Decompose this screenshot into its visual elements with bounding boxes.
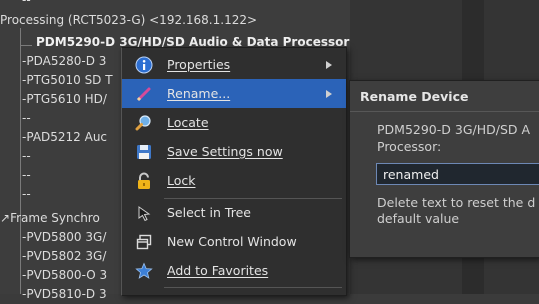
magnifier-icon <box>135 115 151 131</box>
tree-group-processing[interactable]: Processing (RCT5023-G) <192.168.1.122> <box>0 11 257 30</box>
star-icon <box>135 262 153 279</box>
tree-item[interactable]: -PTG5010 SD T <box>22 71 113 90</box>
tree-item[interactable]: -- <box>22 185 31 204</box>
menu-item-label: Rename... <box>167 86 231 101</box>
menu-item-select-in-tree[interactable]: Select in Tree <box>122 198 346 227</box>
tree-item[interactable]: -- <box>22 147 31 166</box>
tree-item[interactable]: -- <box>22 166 31 185</box>
tree-item[interactable]: -- <box>22 0 31 10</box>
submenu-arrow-icon <box>326 90 332 98</box>
tree-item[interactable]: -- <box>22 109 31 128</box>
tree-item[interactable]: -PVD5802 3G/ <box>22 247 106 266</box>
menu-separator <box>164 287 342 288</box>
tree-item[interactable]: -PVD5800 3G/ <box>22 228 106 247</box>
rename-device-panel: Rename Device PDM5290-D 3G/HD/SD A Proce… <box>349 80 539 258</box>
info-icon <box>135 56 153 74</box>
menu-item-new-control-window[interactable]: New Control Window <box>122 227 346 256</box>
tree-item[interactable]: -PTG5610 HD/ <box>22 90 107 109</box>
tree-item[interactable]: -PVD5810-D 3 <box>22 285 107 304</box>
divider <box>350 111 539 112</box>
rename-panel-title: Rename Device <box>360 89 469 104</box>
padlock-icon <box>138 172 150 189</box>
context-menu: Properties Rename... Locate Save Setting… <box>121 47 347 296</box>
menu-item-add-to-favorites[interactable]: Add to Favorites <box>122 256 346 285</box>
pencil-icon <box>136 87 151 102</box>
menu-item-properties[interactable]: Properties <box>122 50 346 79</box>
menu-item-label: Properties <box>167 57 231 72</box>
menu-item-locate[interactable]: Locate <box>122 108 346 137</box>
menu-item-label: New Control Window <box>167 234 297 249</box>
menu-item-save-settings[interactable]: Save Settings now <box>122 137 346 166</box>
rename-input[interactable] <box>376 163 539 185</box>
tree-group-frame-synchro[interactable]: ↗Frame Synchro <box>0 209 100 228</box>
tree-item[interactable]: -PAD5212 Auc <box>22 128 107 147</box>
menu-item-label: Lock <box>167 173 196 188</box>
menu-item-label: Add to Favorites <box>167 263 269 278</box>
tree-item[interactable]: -PVD5800-O 3 <box>22 266 107 285</box>
window-icon <box>136 234 152 250</box>
menu-item-rename[interactable]: Rename... <box>122 79 346 108</box>
menu-item-lock[interactable]: Lock <box>122 166 346 195</box>
rename-hint: Delete text to reset the d default value <box>377 195 536 226</box>
cursor-arrow-icon <box>138 206 151 222</box>
rename-description: PDM5290-D 3G/HD/SD A Processor: <box>377 122 531 154</box>
submenu-arrow-icon <box>326 61 332 69</box>
tree-item[interactable]: -PDA5280-D 3 <box>22 52 106 71</box>
menu-item-label: Locate <box>167 115 209 130</box>
floppy-disk-icon <box>137 145 151 159</box>
menu-item-label: Save Settings now <box>167 144 283 159</box>
tree-guide-line <box>20 45 32 46</box>
tree-guide-line <box>20 28 21 294</box>
menu-item-label: Select in Tree <box>167 205 251 220</box>
